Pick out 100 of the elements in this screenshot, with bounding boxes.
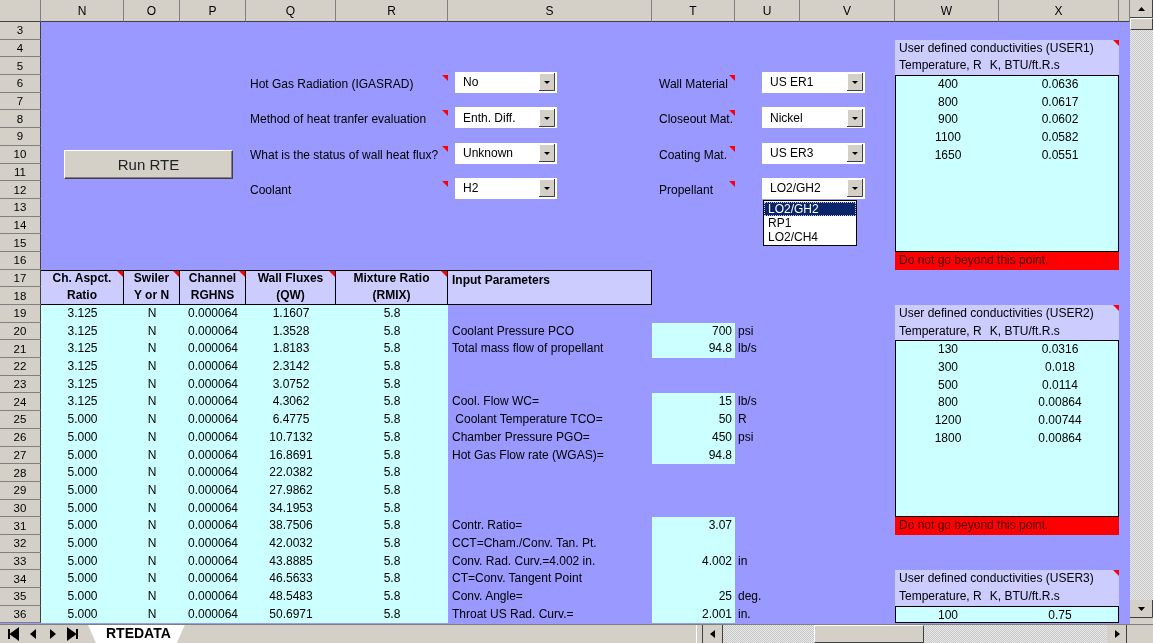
parameter-label: Cool. Flow WC= — [451, 393, 541, 411]
row-header[interactable]: 34 — [0, 570, 41, 588]
row-header[interactable]: 22 — [0, 358, 41, 376]
table-title: User defined conductivities (USER1) — [895, 39, 1119, 58]
table-cell: 1.8183 — [246, 340, 336, 359]
table-cell-text: 0.00744 — [1037, 412, 1083, 430]
column-header[interactable]: O — [124, 0, 180, 22]
row-header[interactable]: 3 — [0, 22, 41, 40]
tab-splitter[interactable] — [696, 625, 703, 643]
caret-icon[interactable] — [539, 179, 555, 198]
column-heading: Temperature, R — [899, 57, 982, 75]
column-header[interactable]: S — [448, 0, 652, 22]
select-all-corner[interactable] — [0, 0, 41, 22]
dropdown[interactable]: Enth. Diff. — [455, 107, 557, 129]
dropdown-option[interactable]: LO2/GH2 — [764, 201, 856, 216]
table-cell: 3.125 — [41, 393, 124, 412]
row-header[interactable]: 28 — [0, 464, 41, 482]
table-cell: 5.8 — [336, 305, 448, 323]
row-header[interactable]: 35 — [0, 588, 41, 606]
unit-label: R — [737, 411, 748, 429]
setting-label: Coolant — [250, 183, 292, 198]
row-header[interactable]: 8 — [0, 110, 41, 129]
unit-label: psi — [737, 428, 755, 446]
sheet-tab[interactable]: RTEDATA — [88, 625, 185, 643]
caret-icon[interactable] — [847, 144, 863, 162]
row-header[interactable]: 31 — [0, 517, 41, 535]
table-cell-text: 300 — [937, 359, 959, 377]
row-header[interactable]: 6 — [0, 75, 41, 93]
table-cell: 5.8 — [336, 411, 448, 429]
value-cell[interactable]: 25 — [652, 588, 735, 606]
row-header[interactable]: 21 — [0, 340, 41, 359]
table-cell-text: 0.0582 — [1040, 129, 1080, 147]
table-cell: 5.8 — [336, 358, 448, 376]
table-cell-text: 0.0636 — [1040, 76, 1080, 94]
column-header[interactable]: V — [800, 0, 895, 22]
parameter-label: CCT=Cham./Conv. Tan. Pt. — [451, 534, 598, 552]
table-cell: 5.000 — [41, 570, 124, 588]
dropdown[interactable]: H2 — [455, 177, 557, 199]
table-cell-text: 1100 — [934, 129, 962, 147]
column-header[interactable]: R — [336, 0, 448, 22]
parameter-label: Contr. Ratio= — [451, 517, 524, 535]
value-cell[interactable]: 94.8 — [652, 340, 735, 359]
table-cell: 3.125 — [41, 340, 124, 359]
scrollbar-thumb[interactable] — [814, 625, 924, 643]
parameter-label: Conv. Rad. Curv.=4.002 in. — [451, 552, 597, 570]
column-header[interactable]: W — [895, 0, 999, 22]
column-header[interactable]: N — [41, 0, 124, 22]
table-cell: 0.000064 — [180, 358, 246, 376]
column-header[interactable]: T — [652, 0, 735, 22]
caret-icon[interactable] — [539, 144, 555, 162]
column-heading: Mixture Ratio (RMIX) — [336, 269, 448, 305]
scroll-up-button[interactable] — [1130, 0, 1153, 18]
row-header[interactable]: 5 — [0, 57, 41, 76]
scroll-down-button[interactable] — [1130, 600, 1153, 618]
column-header[interactable]: P — [180, 0, 246, 22]
dropdown[interactable]: No — [455, 71, 557, 93]
table-cell: 3.125 — [41, 358, 124, 376]
column-heading: Temperature, R — [899, 588, 982, 605]
dropdown[interactable]: Nickel — [762, 107, 865, 129]
row-header[interactable]: 9 — [0, 128, 41, 146]
table-cell-text: 0.018 — [1044, 359, 1076, 377]
scrollbar-thumb[interactable] — [1130, 18, 1153, 30]
table-cell: 5.000 — [41, 464, 124, 482]
dropdown-option[interactable]: RP1 — [764, 215, 856, 230]
table-cell: N — [124, 305, 180, 323]
table-cell-text: 400 — [937, 76, 959, 94]
run-button[interactable]: Run RTE — [64, 149, 233, 180]
dropdown-option[interactable]: LO2/CH4 — [764, 229, 856, 244]
table-cell: 5.8 — [336, 464, 448, 482]
row-header[interactable]: 12 — [0, 181, 41, 199]
table-cell: 0.000064 — [180, 305, 246, 323]
caret-icon[interactable] — [539, 73, 555, 92]
caret-icon[interactable] — [847, 73, 863, 92]
setting-label: Method of heat tranfer evaluation — [250, 112, 427, 127]
row-header[interactable]: 18 — [0, 287, 41, 305]
column-header[interactable]: U — [735, 0, 800, 22]
column-header[interactable]: X — [999, 0, 1119, 22]
value-cell[interactable]: 50 — [652, 411, 735, 429]
value-cell[interactable]: 15 — [652, 393, 735, 412]
caret-icon[interactable] — [847, 179, 863, 198]
column-header[interactable] — [1119, 0, 1130, 22]
row-header[interactable]: 15 — [0, 234, 41, 252]
unit-label: in. — [737, 605, 752, 623]
column-heading: K, BTU/ft.R.s — [989, 588, 1060, 605]
column-heading: Swiler Y or N — [124, 269, 180, 305]
caret-icon[interactable] — [539, 108, 555, 127]
row-header[interactable]: 24 — [0, 393, 41, 412]
dropdown[interactable]: US ER3 — [762, 142, 865, 164]
table-cell-text: 800 — [937, 394, 959, 412]
table-cell-text: 500 — [937, 376, 959, 394]
row-header[interactable]: 25 — [0, 411, 41, 429]
dropdown[interactable]: Unknown — [455, 142, 557, 164]
value-cell[interactable]: 700 — [652, 322, 735, 341]
caret-icon[interactable] — [847, 108, 863, 127]
dropdown[interactable]: US ER1 — [762, 71, 865, 93]
row-header[interactable]: 19 — [0, 305, 41, 323]
value-cell[interactable]: 3.07 — [652, 517, 735, 535]
table-cell: 48.5483 — [246, 588, 336, 606]
setting-label: Propellant — [659, 183, 714, 198]
column-header[interactable]: Q — [246, 0, 336, 22]
